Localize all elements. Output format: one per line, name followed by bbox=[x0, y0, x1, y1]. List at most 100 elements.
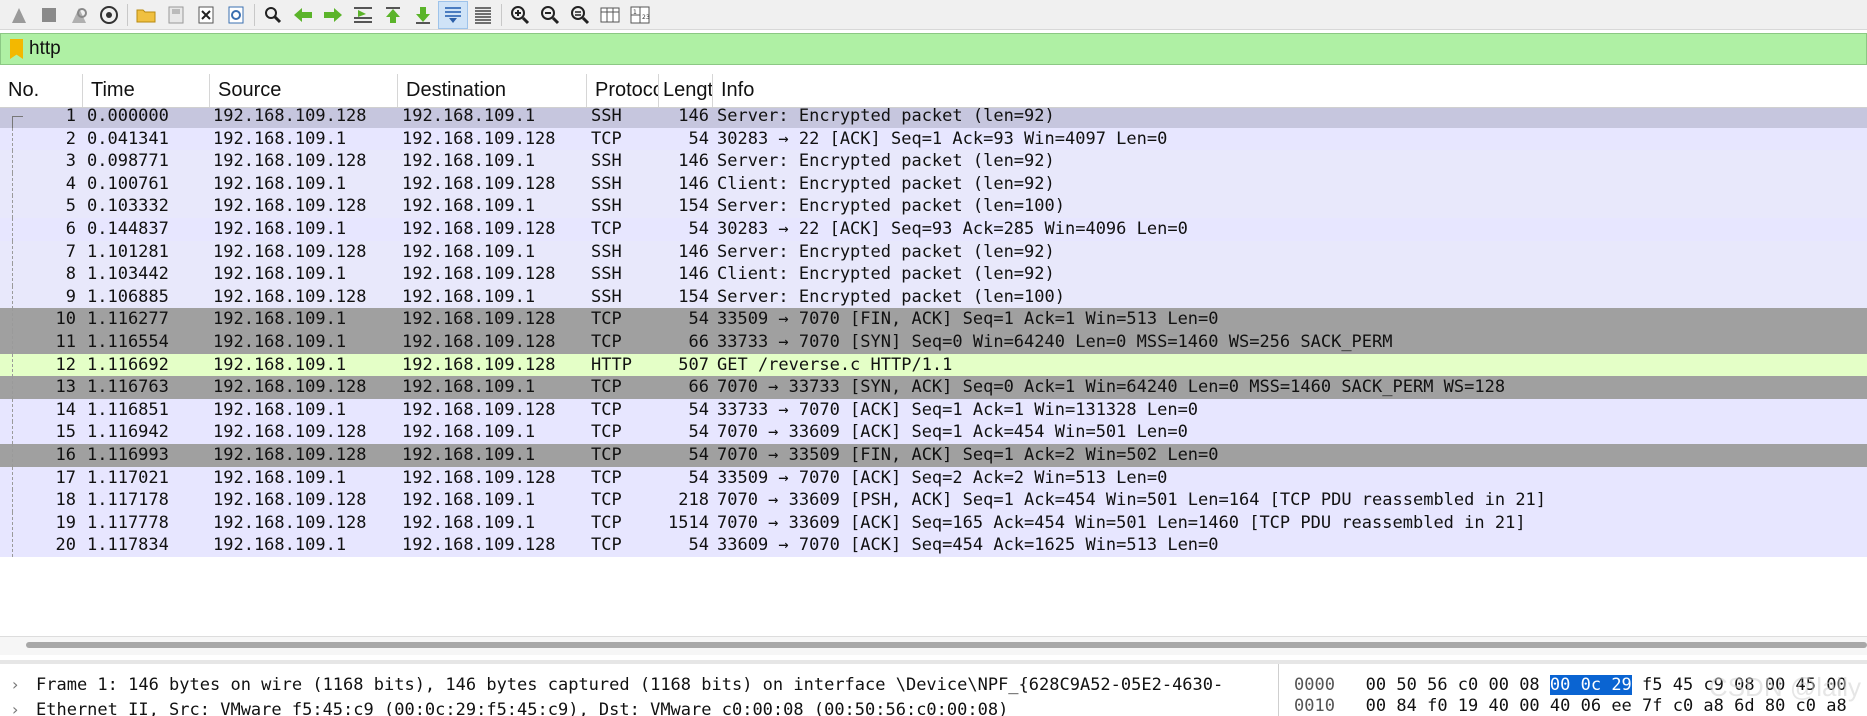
zoom-normal-icon[interactable] bbox=[565, 1, 595, 29]
start-capture-icon[interactable] bbox=[4, 1, 34, 29]
find-packet-icon[interactable] bbox=[258, 1, 288, 29]
svg-text:23: 23 bbox=[642, 14, 650, 21]
packet-protocol: SSH bbox=[591, 196, 622, 217]
hex-offset: 0010 bbox=[1294, 696, 1335, 716]
packet-row[interactable]: 1 0.000000 192.168.109.128 192.168.109.1 SSH… bbox=[0, 108, 1867, 140]
packet-time: 0.041341 bbox=[87, 128, 169, 149]
hex-offset: 0000 bbox=[1294, 675, 1335, 695]
packet-row[interactable]: 20 1.117834 192.168.109.1 192.168.109.128 TC… bbox=[0, 534, 1867, 558]
packet-info: Server: Encrypted packet (len=100) bbox=[717, 196, 1065, 217]
packet-row[interactable]: 9 1.106885 192.168.109.128 192.168.109.1 SSH… bbox=[0, 285, 1867, 309]
restart-capture-icon[interactable] bbox=[64, 1, 94, 29]
packet-source: 192.168.109.128 bbox=[213, 445, 367, 465]
close-file-icon[interactable] bbox=[191, 1, 221, 29]
packet-row[interactable]: 3 0.098771 192.168.109.128 192.168.109.1 SSH… bbox=[0, 150, 1867, 174]
packet-source: 192.168.109.1 bbox=[213, 399, 347, 420]
display-filter-input[interactable]: http bbox=[29, 38, 61, 60]
packet-no: 6 bbox=[65, 219, 76, 239]
packet-row[interactable]: 14 1.116851 192.168.109.1 192.168.109.128 TC… bbox=[0, 398, 1867, 422]
packet-time: 0.103332 bbox=[87, 196, 169, 217]
layout-panes-icon[interactable]: 1 23 bbox=[625, 1, 655, 29]
packet-length: 154 bbox=[678, 286, 709, 307]
resize-columns-icon[interactable] bbox=[595, 1, 625, 29]
packet-protocol: TCP bbox=[591, 490, 622, 511]
display-filter-bar[interactable]: http bbox=[0, 33, 1867, 65]
column-header-time[interactable]: Time bbox=[83, 74, 210, 107]
packet-row[interactable]: 2 0.041341 192.168.109.1 192.168.109.128 TCP… bbox=[0, 127, 1867, 151]
packet-info: 7070 → 33609 [ACK] Seq=165 Ack=454 Win=5… bbox=[717, 512, 1526, 533]
packet-info: 33733 → 7070 [ACK] Seq=1 Ack=1 Win=13132… bbox=[717, 399, 1199, 420]
packet-row[interactable]: 6 0.144837 192.168.109.1 192.168.109.128 TCP… bbox=[0, 218, 1867, 241]
packet-row[interactable]: 15 1.116942 192.168.109.128 192.168.109.1 TC… bbox=[0, 421, 1867, 445]
packet-row[interactable]: 8 1.103442 192.168.109.1 192.168.109.128 SSH… bbox=[0, 263, 1867, 287]
packet-source: 192.168.109.128 bbox=[213, 151, 367, 172]
bookmark-icon[interactable] bbox=[10, 39, 23, 59]
packet-source: 192.168.109.1 bbox=[213, 354, 347, 375]
packet-info: 7070 → 33733 [SYN, ACK] Seq=0 Ack=1 Win=… bbox=[717, 377, 1506, 398]
packet-destination: 192.168.109.1 bbox=[402, 512, 536, 533]
column-header-protocol[interactable]: Protoco bbox=[587, 74, 659, 107]
expand-chevron-icon[interactable]: › bbox=[12, 672, 18, 698]
capture-options-icon[interactable] bbox=[94, 1, 124, 29]
stop-capture-icon[interactable] bbox=[34, 1, 64, 29]
packet-length: 154 bbox=[678, 196, 709, 217]
packet-source: 192.168.109.128 bbox=[213, 286, 367, 307]
save-file-icon[interactable] bbox=[161, 1, 191, 29]
packet-row[interactable]: 18 1.117178 192.168.109.128 192.168.109.1 TC… bbox=[0, 489, 1867, 513]
colorize-icon[interactable] bbox=[468, 1, 498, 29]
column-header-destination[interactable]: Destination bbox=[398, 74, 587, 107]
zoom-in-icon[interactable] bbox=[505, 1, 535, 29]
packet-destination: 192.168.109.1 bbox=[402, 196, 536, 217]
packet-row[interactable]: 17 1.117021 192.168.109.1 192.168.109.128 TC… bbox=[0, 466, 1867, 490]
packet-no: 10 bbox=[55, 309, 76, 330]
column-header-source[interactable]: Source bbox=[210, 74, 398, 107]
packet-length: 146 bbox=[678, 173, 709, 194]
packet-row[interactable]: 19 1.117778 192.168.109.128 192.168.109.1 TC… bbox=[0, 511, 1867, 535]
packet-no: 13 bbox=[55, 377, 76, 398]
packet-destination: 192.168.109.128 bbox=[402, 309, 556, 330]
packet-length: 54 bbox=[688, 309, 709, 330]
packet-info: Server: Encrypted packet (len=92) bbox=[717, 108, 1055, 126]
packet-row[interactable]: 4 0.100761 192.168.109.1 192.168.109.128 SSH… bbox=[0, 172, 1867, 196]
packet-list[interactable]: 1 0.000000 192.168.109.128 192.168.109.1 SSH… bbox=[0, 108, 1867, 632]
packet-length: 507 bbox=[678, 354, 709, 375]
packet-row[interactable]: 16 1.116993 192.168.109.128 192.168.109.1 TC… bbox=[0, 444, 1867, 467]
autoscroll-icon[interactable] bbox=[438, 0, 468, 29]
column-header-info[interactable]: Info bbox=[713, 74, 1867, 107]
packet-source: 192.168.109.1 bbox=[213, 264, 347, 285]
packet-no: 20 bbox=[55, 535, 76, 556]
packet-row[interactable]: 13 1.116763 192.168.109.128 192.168.109.1 TC… bbox=[0, 376, 1867, 400]
packet-time: 1.116851 bbox=[87, 399, 169, 420]
column-header-no[interactable]: No. bbox=[0, 74, 83, 107]
go-forward-icon[interactable] bbox=[318, 1, 348, 29]
go-back-icon[interactable] bbox=[288, 1, 318, 29]
packet-destination: 192.168.109.1 bbox=[402, 241, 536, 262]
zoom-out-icon[interactable] bbox=[535, 1, 565, 29]
packet-length: 54 bbox=[688, 128, 709, 149]
packet-time: 1.116554 bbox=[87, 332, 169, 352]
packet-row[interactable]: 12 1.116692 192.168.109.1 192.168.109.128 HT… bbox=[0, 353, 1867, 377]
go-last-packet-icon[interactable] bbox=[408, 1, 438, 29]
packet-protocol: SSH bbox=[591, 286, 622, 307]
packet-row[interactable]: 7 1.101281 192.168.109.128 192.168.109.1 SSH… bbox=[0, 240, 1867, 264]
packet-row[interactable]: 10 1.116277 192.168.109.1 192.168.109.128 TC… bbox=[0, 308, 1867, 332]
packet-no: 19 bbox=[55, 512, 76, 533]
go-to-packet-icon[interactable] bbox=[348, 1, 378, 29]
packet-source: 192.168.109.1 bbox=[213, 173, 347, 194]
packet-length: 54 bbox=[688, 422, 709, 443]
packet-row[interactable]: 11 1.116554 192.168.109.1 192.168.109.128 TC… bbox=[0, 331, 1867, 354]
horizontal-scrollbar[interactable] bbox=[26, 642, 1867, 648]
packet-row[interactable]: 5 0.103332 192.168.109.128 192.168.109.1 SSH… bbox=[0, 195, 1867, 219]
packet-length: 146 bbox=[678, 151, 709, 172]
column-header-length[interactable]: Lengt bbox=[659, 74, 713, 107]
expand-chevron-icon[interactable]: › bbox=[12, 697, 18, 716]
hex-bytes: 00 50 56 c0 00 08 bbox=[1365, 675, 1550, 695]
packet-protocol: SSH bbox=[591, 241, 622, 262]
packet-info: 33509 → 7070 [FIN, ACK] Seq=1 Ack=1 Win=… bbox=[717, 309, 1219, 330]
reload-file-icon[interactable] bbox=[221, 1, 251, 29]
packet-time: 0.144837 bbox=[87, 219, 169, 239]
packet-destination: 192.168.109.1 bbox=[402, 108, 536, 126]
open-file-icon[interactable] bbox=[131, 1, 161, 29]
go-first-packet-icon[interactable] bbox=[378, 1, 408, 29]
packet-protocol: TCP bbox=[591, 512, 622, 533]
